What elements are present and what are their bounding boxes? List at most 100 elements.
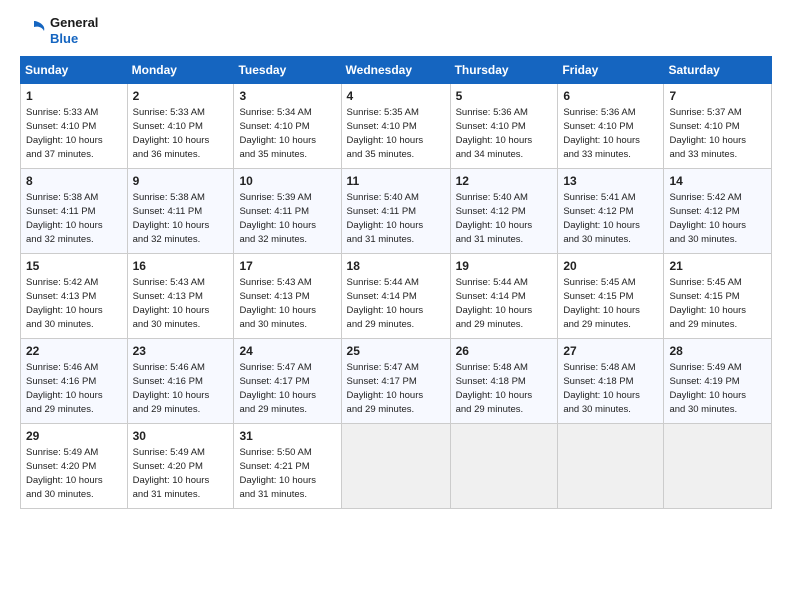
table-row: 11Sunrise: 5:40 AM Sunset: 4:11 PM Dayli… [341, 169, 450, 254]
day-number: 14 [669, 173, 766, 189]
calendar-week-row: 29 Sunrise: 5:49 AM Sunset: 4:20 PM Dayli… [21, 424, 772, 509]
logo: General Blue [20, 15, 98, 46]
calendar-header-row: SundayMondayTuesdayWednesdayThursdayFrid… [21, 57, 772, 84]
day-number: 30 [133, 428, 229, 444]
day-info: Sunrise: 5:42 AM Sunset: 4:13 PM Dayligh… [26, 277, 103, 329]
day-header-wednesday: Wednesday [341, 57, 450, 84]
day-info: Sunrise: 5:49 AM Sunset: 4:20 PM Dayligh… [26, 447, 103, 499]
day-info: Sunrise: 5:34 AM Sunset: 4:10 PM Dayligh… [239, 107, 316, 159]
table-row: 16Sunrise: 5:43 AM Sunset: 4:13 PM Dayli… [127, 254, 234, 339]
day-info: Sunrise: 5:45 AM Sunset: 4:15 PM Dayligh… [563, 277, 640, 329]
day-info: Sunrise: 5:48 AM Sunset: 4:18 PM Dayligh… [563, 362, 640, 414]
day-info: Sunrise: 5:40 AM Sunset: 4:11 PM Dayligh… [347, 192, 424, 244]
day-number: 7 [669, 88, 766, 104]
day-number: 8 [26, 173, 122, 189]
calendar-week-row: 15 Sunrise: 5:42 AM Sunset: 4:13 PM Dayli… [21, 254, 772, 339]
day-info: Sunrise: 5:36 AM Sunset: 4:10 PM Dayligh… [563, 107, 640, 159]
day-number: 6 [563, 88, 658, 104]
table-row: 27 Sunrise: 5:48 AM Sunset: 4:18 PM Dayli… [558, 339, 664, 424]
table-row: 20 Sunrise: 5:45 AM Sunset: 4:15 PM Dayli… [558, 254, 664, 339]
day-number: 25 [347, 343, 445, 359]
calendar-table: SundayMondayTuesdayWednesdayThursdayFrid… [20, 56, 772, 509]
table-row: 23 Sunrise: 5:46 AM Sunset: 4:16 PM Dayli… [127, 339, 234, 424]
day-number: 15 [26, 258, 122, 274]
day-info: Sunrise: 5:37 AM Sunset: 4:10 PM Dayligh… [669, 107, 746, 159]
table-row: 22 Sunrise: 5:46 AM Sunset: 4:16 PM Dayli… [21, 339, 128, 424]
day-info: Sunrise: 5:47 AM Sunset: 4:17 PM Dayligh… [239, 362, 316, 414]
logo-text: General Blue [50, 15, 98, 46]
day-info: Sunrise: 5:45 AM Sunset: 4:15 PM Dayligh… [669, 277, 746, 329]
day-header-friday: Friday [558, 57, 664, 84]
table-row: 24Sunrise: 5:47 AM Sunset: 4:17 PM Dayli… [234, 339, 341, 424]
table-row: 26 Sunrise: 5:48 AM Sunset: 4:18 PM Dayli… [450, 339, 558, 424]
table-row: 18 Sunrise: 5:44 AM Sunset: 4:14 PM Dayli… [341, 254, 450, 339]
day-info: Sunrise: 5:33 AM Sunset: 4:10 PM Dayligh… [26, 107, 103, 159]
day-info: Sunrise: 5:43 AM Sunset: 4:13 PM Dayligh… [239, 277, 316, 329]
table-row [664, 424, 772, 509]
day-number: 23 [133, 343, 229, 359]
table-row [558, 424, 664, 509]
table-row: 10Sunrise: 5:39 AM Sunset: 4:11 PM Dayli… [234, 169, 341, 254]
day-number: 27 [563, 343, 658, 359]
table-row: 25 Sunrise: 5:47 AM Sunset: 4:17 PM Dayli… [341, 339, 450, 424]
day-number: 18 [347, 258, 445, 274]
table-row: 1 Sunrise: 5:33 AM Sunset: 4:10 PM Daylig… [21, 84, 128, 169]
day-number: 12 [456, 173, 553, 189]
day-number: 1 [26, 88, 122, 104]
table-row: 15 Sunrise: 5:42 AM Sunset: 4:13 PM Dayli… [21, 254, 128, 339]
table-row: 17 Sunrise: 5:43 AM Sunset: 4:13 PM Dayli… [234, 254, 341, 339]
logo-bird-icon [20, 17, 48, 45]
day-info: Sunrise: 5:42 AM Sunset: 4:12 PM Dayligh… [669, 192, 746, 244]
day-number: 16 [133, 258, 229, 274]
day-number: 31 [239, 428, 335, 444]
day-info: Sunrise: 5:50 AM Sunset: 4:21 PM Dayligh… [239, 447, 316, 499]
day-info: Sunrise: 5:33 AM Sunset: 4:10 PM Dayligh… [133, 107, 210, 159]
day-number: 5 [456, 88, 553, 104]
table-row: 5 Sunrise: 5:36 AM Sunset: 4:10 PM Daylig… [450, 84, 558, 169]
table-row: 9 Sunrise: 5:38 AM Sunset: 4:11 PM Daylig… [127, 169, 234, 254]
day-header-monday: Monday [127, 57, 234, 84]
day-info: Sunrise: 5:44 AM Sunset: 4:14 PM Dayligh… [456, 277, 533, 329]
day-info: Sunrise: 5:38 AM Sunset: 4:11 PM Dayligh… [133, 192, 210, 244]
day-info: Sunrise: 5:47 AM Sunset: 4:17 PM Dayligh… [347, 362, 424, 414]
day-number: 2 [133, 88, 229, 104]
table-row: 2 Sunrise: 5:33 AM Sunset: 4:10 PM Daylig… [127, 84, 234, 169]
day-number: 17 [239, 258, 335, 274]
day-number: 22 [26, 343, 122, 359]
day-info: Sunrise: 5:46 AM Sunset: 4:16 PM Dayligh… [26, 362, 103, 414]
day-header-saturday: Saturday [664, 57, 772, 84]
day-header-sunday: Sunday [21, 57, 128, 84]
day-number: 29 [26, 428, 122, 444]
table-row: 14 Sunrise: 5:42 AM Sunset: 4:12 PM Dayli… [664, 169, 772, 254]
header: General Blue [20, 15, 772, 46]
table-row: 28Sunrise: 5:49 AM Sunset: 4:19 PM Dayli… [664, 339, 772, 424]
day-number: 4 [347, 88, 445, 104]
day-info: Sunrise: 5:44 AM Sunset: 4:14 PM Dayligh… [347, 277, 424, 329]
day-number: 13 [563, 173, 658, 189]
calendar-week-row: 1 Sunrise: 5:33 AM Sunset: 4:10 PM Daylig… [21, 84, 772, 169]
table-row: 31 Sunrise: 5:50 AM Sunset: 4:21 PM Dayli… [234, 424, 341, 509]
logo-container: General Blue [20, 15, 98, 46]
day-number: 9 [133, 173, 229, 189]
calendar-page: General Blue SundayMondayTuesdayWednesda… [0, 0, 792, 612]
day-info: Sunrise: 5:39 AM Sunset: 4:11 PM Dayligh… [239, 192, 316, 244]
day-info: Sunrise: 5:35 AM Sunset: 4:10 PM Dayligh… [347, 107, 424, 159]
day-info: Sunrise: 5:46 AM Sunset: 4:16 PM Dayligh… [133, 362, 210, 414]
day-info: Sunrise: 5:38 AM Sunset: 4:11 PM Dayligh… [26, 192, 103, 244]
day-number: 26 [456, 343, 553, 359]
calendar-week-row: 22 Sunrise: 5:46 AM Sunset: 4:16 PM Dayli… [21, 339, 772, 424]
table-row: 13 Sunrise: 5:41 AM Sunset: 4:12 PM Dayli… [558, 169, 664, 254]
day-number: 20 [563, 258, 658, 274]
table-row: 29 Sunrise: 5:49 AM Sunset: 4:20 PM Dayli… [21, 424, 128, 509]
table-row: 7 Sunrise: 5:37 AM Sunset: 4:10 PM Daylig… [664, 84, 772, 169]
day-info: Sunrise: 5:41 AM Sunset: 4:12 PM Dayligh… [563, 192, 640, 244]
day-info: Sunrise: 5:48 AM Sunset: 4:18 PM Dayligh… [456, 362, 533, 414]
table-row [450, 424, 558, 509]
day-info: Sunrise: 5:40 AM Sunset: 4:12 PM Dayligh… [456, 192, 533, 244]
day-info: Sunrise: 5:49 AM Sunset: 4:19 PM Dayligh… [669, 362, 746, 414]
table-row: 30 Sunrise: 5:49 AM Sunset: 4:20 PM Dayli… [127, 424, 234, 509]
day-info: Sunrise: 5:49 AM Sunset: 4:20 PM Dayligh… [133, 447, 210, 499]
table-row: 21Sunrise: 5:45 AM Sunset: 4:15 PM Dayli… [664, 254, 772, 339]
table-row: 8 Sunrise: 5:38 AM Sunset: 4:11 PM Daylig… [21, 169, 128, 254]
day-info: Sunrise: 5:36 AM Sunset: 4:10 PM Dayligh… [456, 107, 533, 159]
